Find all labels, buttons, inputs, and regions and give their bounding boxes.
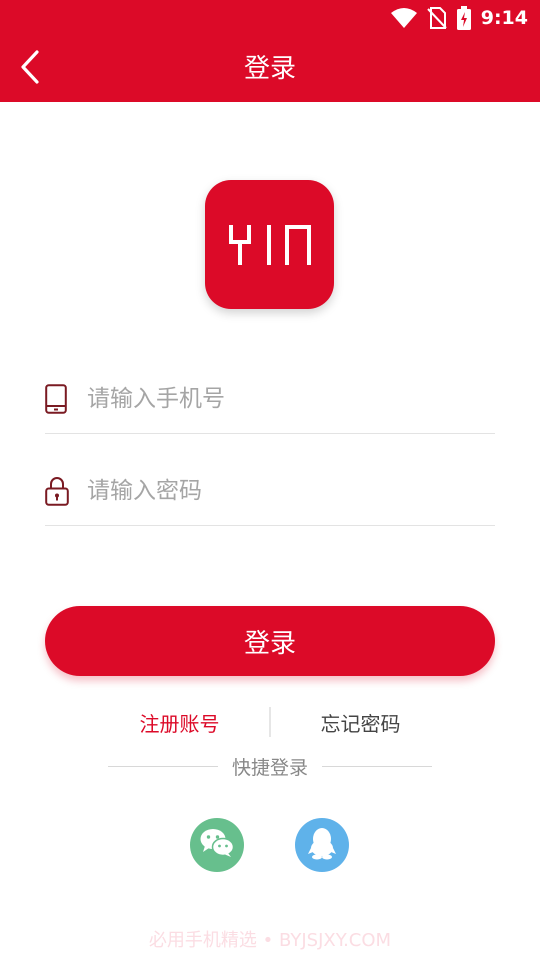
- account-links: 注册账号 忘记密码: [90, 704, 450, 740]
- yin-logo-mark: [228, 224, 311, 265]
- forgot-password-link[interactable]: 忘记密码: [271, 708, 450, 737]
- app-logo: [205, 180, 334, 309]
- wechat-icon: [199, 828, 235, 862]
- wifi-icon: [390, 8, 417, 28]
- status-bar: 9:14: [0, 0, 540, 36]
- password-field: [45, 456, 495, 526]
- quick-login-divider: 快捷登录: [108, 752, 433, 780]
- qq-icon: [307, 826, 337, 864]
- qq-login-button[interactable]: [295, 818, 349, 872]
- phone-field: [45, 364, 495, 434]
- wechat-login-button[interactable]: [190, 818, 244, 872]
- no-sim-icon: [427, 7, 447, 29]
- nav-bar: 登录: [0, 36, 540, 102]
- page-title: 登录: [243, 54, 296, 84]
- watermark: 必用手机精选 • BYJSJXY.COM: [148, 930, 392, 951]
- phone-icon: [45, 383, 75, 414]
- password-input[interactable]: [87, 470, 487, 511]
- register-link[interactable]: 注册账号: [90, 708, 269, 737]
- quick-login-label: 快捷登录: [232, 756, 309, 779]
- quick-login-line-left: [108, 765, 218, 767]
- battery-charging-icon: [456, 6, 471, 30]
- status-time: 9:14: [480, 7, 528, 29]
- lock-icon: [45, 476, 75, 506]
- phone-input[interactable]: [87, 378, 487, 419]
- login-button[interactable]: 登录: [45, 606, 495, 676]
- quick-login-line-right: [322, 765, 433, 767]
